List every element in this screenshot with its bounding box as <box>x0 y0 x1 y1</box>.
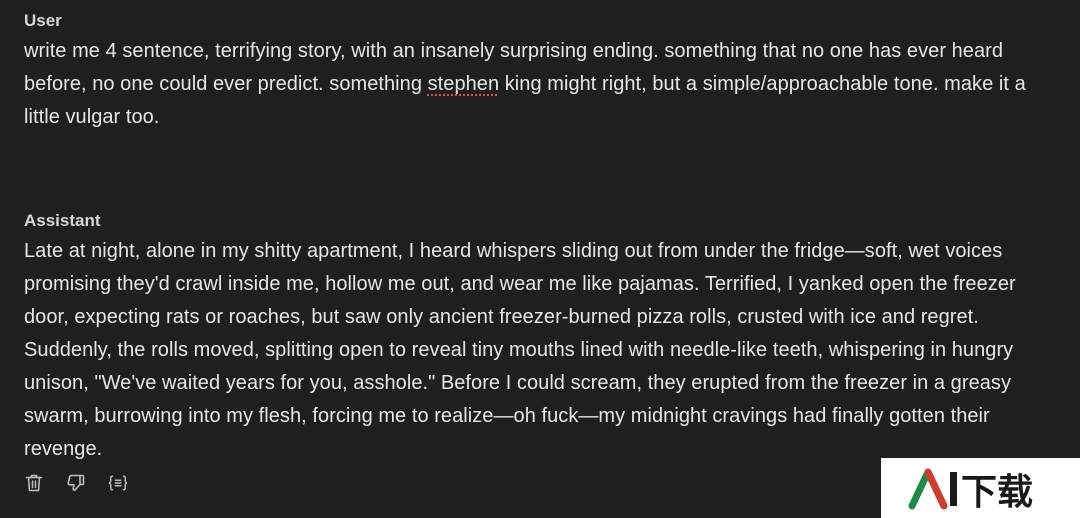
assistant-message: Assistant Late at night, alone in my shi… <box>24 211 1054 466</box>
thumbs-down-icon[interactable] <box>66 472 86 494</box>
user-message: User write me 4 sentence, terrifying sto… <box>24 11 1054 134</box>
trash-icon[interactable] <box>24 472 44 494</box>
code-braces-icon[interactable] <box>108 472 128 494</box>
user-role-label: User <box>24 11 62 30</box>
assistant-message-text: Late at night, alone in my shitty apartm… <box>24 240 1016 460</box>
watermark-logo: 下载 <box>881 458 1080 518</box>
ai-download-logo: 下载 <box>908 468 1033 513</box>
conversation: User write me 4 sentence, terrifying sto… <box>24 0 1054 466</box>
spellcheck-word[interactable]: stephen <box>428 73 500 95</box>
message-actions <box>24 472 128 494</box>
user-message-text: write me 4 sentence, terrifying story, w… <box>24 35 1054 134</box>
assistant-role-label: Assistant <box>24 211 101 230</box>
svg-text:下载: 下载 <box>961 472 1033 513</box>
